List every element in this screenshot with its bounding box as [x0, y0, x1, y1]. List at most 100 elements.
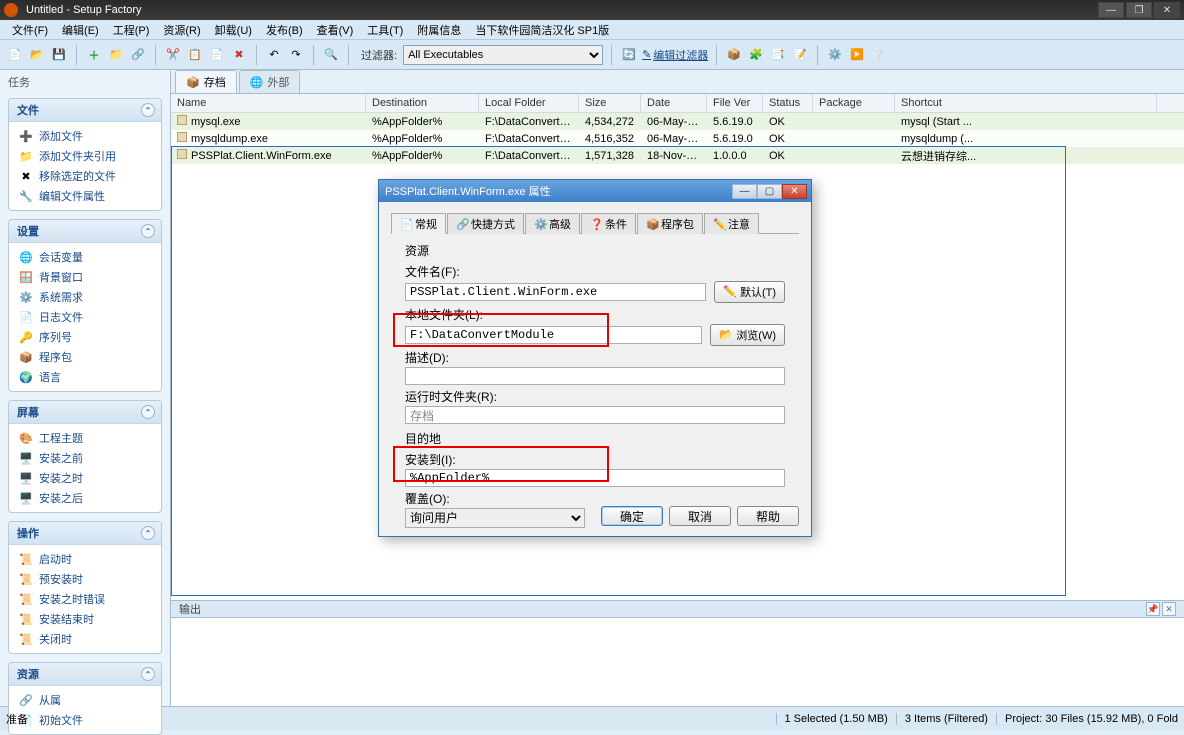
tab-external[interactable]: 🌐 外部	[239, 70, 301, 93]
menu-publish[interactable]: 发布(B)	[260, 20, 309, 40]
col-shortcut[interactable]: Shortcut	[895, 94, 1157, 112]
localfolder-input[interactable]	[405, 326, 702, 344]
save-icon[interactable]: 💾	[50, 46, 68, 64]
item-serial[interactable]: 🔑序列号	[9, 327, 161, 347]
item-requirements[interactable]: ⚙️系统需求	[9, 287, 161, 307]
tool1-icon[interactable]: 📦	[725, 46, 743, 64]
add-folder-icon[interactable]: 📁	[107, 46, 125, 64]
item-while-install[interactable]: 🖥️安装之时	[9, 468, 161, 488]
dialog-minimize-button[interactable]: —	[732, 184, 757, 199]
tab-general[interactable]: 📄常规	[391, 213, 446, 234]
paste-icon[interactable]: 📄	[208, 46, 226, 64]
col-package[interactable]: Package	[813, 94, 895, 112]
menu-project[interactable]: 工程(P)	[107, 20, 156, 40]
tool2-icon[interactable]: 🧩	[747, 46, 765, 64]
item-install-error[interactable]: 📜安装之时错误	[9, 589, 161, 609]
tool3-icon[interactable]: 📑	[769, 46, 787, 64]
new-icon[interactable]: 📄	[6, 46, 24, 64]
menu-tools[interactable]: 工具(T)	[361, 20, 409, 40]
item-remove-selected[interactable]: ✖移除选定的文件	[9, 166, 161, 186]
menu-uninstall[interactable]: 卸载(U)	[209, 20, 258, 40]
item-install-end[interactable]: 📜安装结束时	[9, 609, 161, 629]
filename-input[interactable]	[405, 283, 706, 301]
installto-input[interactable]	[405, 469, 785, 487]
item-log-file[interactable]: 📄日志文件	[9, 307, 161, 327]
build-icon[interactable]: ⚙️	[826, 46, 844, 64]
item-primer-files[interactable]: 📄初始文件	[9, 710, 161, 730]
item-edit-file-props[interactable]: 🔧编辑文件属性	[9, 186, 161, 206]
col-file-ver[interactable]: File Ver	[707, 94, 763, 112]
panel-screens-header[interactable]: 屏幕⌃	[9, 401, 161, 424]
redo-icon[interactable]: ↷	[287, 46, 305, 64]
dialog-maximize-button[interactable]: ▢	[757, 184, 782, 199]
item-language[interactable]: 🌍语言	[9, 367, 161, 387]
table-row[interactable]: PSSPlat.Client.WinForm.exe%AppFolder%F:\…	[171, 147, 1184, 164]
browse-button[interactable]: 📂浏览(W)	[710, 324, 785, 346]
maximize-button[interactable]: ❐	[1126, 2, 1152, 18]
cut-icon[interactable]: ✂️	[164, 46, 182, 64]
col-name[interactable]: Name	[171, 94, 366, 112]
table-row[interactable]: mysqldump.exe%AppFolder%F:\DataConvertM.…	[171, 130, 1184, 147]
item-add-folder-ref[interactable]: 📁添加文件夹引用	[9, 146, 161, 166]
description-input[interactable]	[405, 367, 785, 385]
edit-filter-link[interactable]: ✎ 编辑过滤器	[642, 47, 708, 63]
panel-actions-header[interactable]: 操作⌃	[9, 522, 161, 545]
col-status[interactable]: Status	[763, 94, 813, 112]
menu-about[interactable]: 当下软件园简洁汉化 SP1版	[469, 20, 615, 40]
run-icon[interactable]: ▶️	[848, 46, 866, 64]
item-session-vars[interactable]: 🌐会话变量	[9, 247, 161, 267]
panel-settings-header[interactable]: 设置⌃	[9, 220, 161, 243]
dialog-titlebar[interactable]: PSSPlat.Client.WinForm.exe 属性 — ▢ ✕	[379, 180, 811, 202]
table-row[interactable]: mysql.exe%AppFolder%F:\DataConvertM...4,…	[171, 113, 1184, 130]
tab-notes[interactable]: ✏️注意	[704, 213, 759, 234]
open-icon[interactable]: 📂	[28, 46, 46, 64]
item-pre-install[interactable]: 📜预安装时	[9, 569, 161, 589]
copy-icon[interactable]: 📋	[186, 46, 204, 64]
add-icon[interactable]: ＋	[85, 46, 103, 64]
find-icon[interactable]: 🔍	[322, 46, 340, 64]
overwrite-select[interactable]: 询问用户	[405, 508, 585, 528]
panel-resources-header[interactable]: 资源⌃	[9, 663, 161, 686]
output-close-icon[interactable]: ✕	[1162, 602, 1176, 616]
close-button[interactable]: ✕	[1154, 2, 1180, 18]
menu-edit[interactable]: 编辑(E)	[56, 20, 105, 40]
output-pin-icon[interactable]: 📌	[1146, 602, 1160, 616]
menu-view[interactable]: 查看(V)	[311, 20, 360, 40]
runtime-folder-input[interactable]	[405, 406, 785, 424]
item-dependencies[interactable]: 🔗从属	[9, 690, 161, 710]
tab-packages[interactable]: 📦程序包	[637, 213, 703, 234]
default-button[interactable]: ✏️默认(T)	[714, 281, 785, 303]
item-on-shutdown[interactable]: 📜关闭时	[9, 629, 161, 649]
help-button[interactable]: 帮助	[737, 506, 799, 526]
undo-icon[interactable]: ↶	[265, 46, 283, 64]
menu-resources[interactable]: 资源(R)	[157, 20, 206, 40]
tab-archive[interactable]: 📦 存档	[175, 70, 237, 93]
menu-file[interactable]: 文件(F)	[6, 20, 54, 40]
item-before-install[interactable]: 🖥️安装之前	[9, 448, 161, 468]
tab-advanced[interactable]: ⚙️高级	[525, 213, 580, 234]
menu-depend[interactable]: 附属信息	[411, 20, 467, 40]
item-theme[interactable]: 🎨工程主题	[9, 428, 161, 448]
item-add-files[interactable]: ➕添加文件	[9, 126, 161, 146]
help-icon[interactable]: ❔	[870, 46, 888, 64]
item-on-startup[interactable]: 📜启动时	[9, 549, 161, 569]
tool4-icon[interactable]: 📝	[791, 46, 809, 64]
add-ref-icon[interactable]: 🔗	[129, 46, 147, 64]
delete-icon[interactable]: ✖	[230, 46, 248, 64]
dialog-close-button[interactable]: ✕	[782, 184, 807, 199]
col-local-folder[interactable]: Local Folder	[479, 94, 579, 112]
cancel-button[interactable]: 取消	[669, 506, 731, 526]
filter-refresh-icon[interactable]: 🔄	[620, 46, 638, 64]
item-after-install[interactable]: 🖥️安装之后	[9, 488, 161, 508]
col-size[interactable]: Size	[579, 94, 641, 112]
item-background[interactable]: 🪟背景窗口	[9, 267, 161, 287]
item-packages[interactable]: 📦程序包	[9, 347, 161, 367]
col-date[interactable]: Date	[641, 94, 707, 112]
panel-files-header[interactable]: 文件⌃	[9, 99, 161, 122]
filter-select[interactable]: All Executables	[403, 45, 603, 65]
tab-conditions[interactable]: ❓条件	[581, 213, 636, 234]
tab-shortcut[interactable]: 🔗快捷方式	[447, 213, 524, 234]
col-destination[interactable]: Destination	[366, 94, 479, 112]
minimize-button[interactable]: —	[1098, 2, 1124, 18]
ok-button[interactable]: 确定	[601, 506, 663, 526]
